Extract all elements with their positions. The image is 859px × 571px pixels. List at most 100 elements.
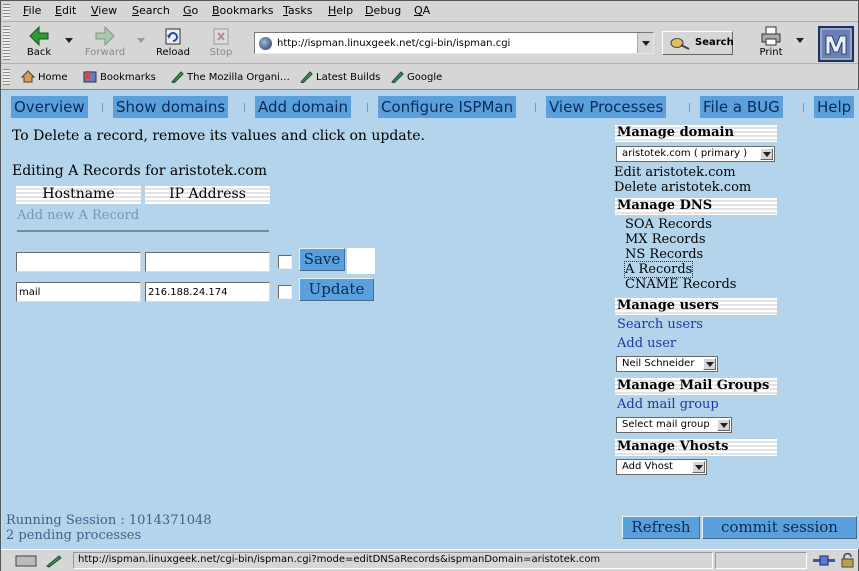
vhost-select[interactable]: Add Vhost — [616, 459, 707, 475]
stop-label: Stop — [209, 47, 233, 58]
nav-configure-ispman[interactable]: Configure ISPMan — [378, 96, 517, 118]
menu-file[interactable]: File — [23, 4, 41, 17]
new-record-checkbox[interactable] — [278, 255, 292, 269]
printer-icon — [761, 26, 781, 46]
lock-icon[interactable] — [841, 553, 854, 568]
mailgroup-select[interactable]: Select mail group — [616, 417, 732, 433]
record-ip-input[interactable] — [145, 282, 270, 302]
progress-bar — [715, 552, 807, 569]
domain-select-value: aristotek.com ( primary ) — [622, 148, 748, 159]
nav-overview[interactable]: Overview — [11, 96, 88, 118]
nav-help[interactable]: Help — [814, 96, 855, 118]
print-button[interactable]: Print — [751, 24, 791, 62]
back-label: Back — [26, 47, 52, 58]
record-checkbox[interactable] — [278, 285, 292, 299]
reload-button[interactable]: Reload — [151, 24, 195, 62]
reload-icon — [165, 28, 181, 45]
personal-toolbar: Home Bookmarks The Mozilla Organi… Lates… — [1, 65, 858, 90]
chevron-down-icon[interactable] — [692, 461, 705, 473]
nav-separator — [535, 103, 536, 112]
print-label: Print — [759, 47, 783, 58]
pending-processes: 2 pending processes — [6, 528, 142, 543]
online-icon[interactable] — [812, 554, 836, 567]
back-dropdown-arrow[interactable] — [65, 38, 73, 43]
print-dropdown-arrow[interactable] — [796, 38, 804, 43]
menubar-grip[interactable] — [3, 4, 10, 19]
save-button[interactable]: Save — [299, 248, 345, 271]
nav-add-domain[interactable]: Add domain — [255, 96, 351, 118]
forward-label: Forward — [84, 47, 126, 58]
navigation-toolbar: Back Forward Reload Stop http://ispman.l… — [1, 22, 858, 64]
mx-records-link[interactable]: MX Records — [625, 232, 706, 247]
user-select[interactable]: Neil Schneider — [616, 356, 718, 372]
nav-view-processes[interactable]: View Processes — [546, 96, 667, 118]
a-records-link[interactable]: A Records — [623, 261, 694, 278]
composer-icon[interactable] — [45, 554, 63, 568]
user-select-value: Neil Schneider — [622, 358, 695, 369]
domain-select[interactable]: aristotek.com ( primary ) — [616, 146, 775, 162]
search-users-link[interactable]: Search users — [617, 317, 703, 332]
persbar-grip[interactable] — [3, 69, 10, 85]
ns-records-link[interactable]: NS Records — [625, 247, 703, 262]
commit-session-button[interactable]: commit session — [702, 516, 857, 539]
url-bar[interactable] — [254, 32, 654, 54]
nav-file-a-bug[interactable]: File a BUG — [700, 96, 783, 118]
menu-qa[interactable]: QA — [414, 4, 430, 17]
hostname-column-header: Hostname — [16, 186, 141, 204]
status-text: http://ispman.linuxgeek.net/cgi-bin/ispm… — [73, 552, 713, 569]
forward-button[interactable]: Forward — [83, 24, 127, 62]
nav-separator — [244, 103, 245, 112]
refresh-button[interactable]: Refresh — [622, 516, 700, 539]
menu-go[interactable]: Go — [183, 4, 198, 17]
search-icon — [670, 38, 690, 50]
menu-edit[interactable]: Edit — [55, 4, 76, 17]
stop-button[interactable]: Stop — [199, 24, 243, 62]
manage-vhosts-header: Manage Vhosts — [615, 439, 777, 456]
mailgroup-select-value: Select mail group — [622, 419, 710, 430]
home-link[interactable]: Home — [21, 70, 68, 83]
back-arrow-icon — [29, 26, 49, 46]
nav-separator — [803, 103, 804, 112]
cname-records-link[interactable]: CNAME Records — [625, 277, 736, 292]
add-user-link[interactable]: Add user — [617, 336, 676, 351]
search-button[interactable]: Search — [662, 31, 734, 55]
google-link[interactable]: Google — [390, 70, 442, 83]
navbar-grip[interactable] — [3, 26, 10, 60]
status-bar: http://ispman.linuxgeek.net/cgi-bin/ispm… — [1, 549, 858, 571]
new-ip-input[interactable] — [145, 252, 270, 272]
record-hostname-input[interactable] — [16, 282, 141, 302]
menu-tasks[interactable]: Tasks — [283, 4, 312, 17]
menu-help[interactable]: Help — [328, 4, 353, 17]
navigator-icon[interactable] — [15, 554, 37, 568]
mozilla-org-link[interactable]: The Mozilla Organi… — [170, 70, 290, 83]
forward-dropdown-arrow[interactable] — [137, 38, 145, 43]
menu-bookmarks[interactable]: Bookmarks — [212, 4, 273, 17]
add-new-a-record-label: Add new A Record — [17, 208, 140, 223]
nav-separator — [689, 103, 690, 112]
back-button[interactable]: Back — [17, 24, 61, 62]
chevron-down-icon[interactable] — [717, 419, 730, 431]
delete-instructions: To Delete a record, remove its values an… — [12, 128, 425, 144]
session-info: Running Session : 1014371048 — [6, 513, 212, 528]
bookmarks-link[interactable]: Bookmarks — [83, 70, 156, 83]
url-input[interactable] — [277, 35, 632, 51]
update-button[interactable]: Update — [299, 278, 374, 301]
menu-debug[interactable]: Debug — [365, 4, 401, 17]
throbber-logo[interactable] — [818, 26, 854, 62]
url-dropdown-button[interactable] — [637, 33, 653, 53]
bookmark-link-icon — [300, 71, 313, 83]
chevron-down-icon[interactable] — [703, 358, 716, 370]
nav-show-domains[interactable]: Show domains — [113, 96, 229, 118]
chevron-down-icon[interactable] — [760, 148, 773, 160]
add-mailgroup-link[interactable]: Add mail group — [617, 397, 719, 412]
edit-domain-link[interactable]: Edit aristotek.com — [614, 165, 736, 180]
manage-domain-header: Manage domain — [615, 125, 777, 142]
forward-arrow-icon — [95, 26, 115, 46]
soa-records-link[interactable]: SOA Records — [625, 217, 712, 232]
menu-view[interactable]: View — [91, 4, 117, 17]
latest-builds-link[interactable]: Latest Builds — [299, 70, 380, 83]
mozilla-org-label: The Mozilla Organi… — [187, 72, 290, 83]
new-hostname-input[interactable] — [16, 252, 141, 272]
menu-search[interactable]: Search — [132, 4, 170, 17]
delete-domain-link[interactable]: Delete aristotek.com — [614, 180, 751, 195]
